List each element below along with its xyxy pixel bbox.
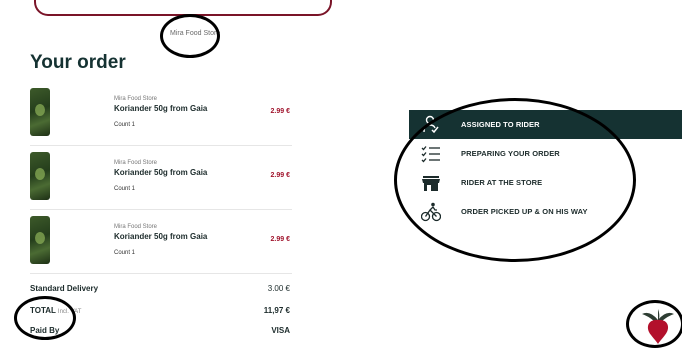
store-name-caption: Mira Food Store <box>170 30 221 37</box>
item-count: Count 1 <box>114 122 136 128</box>
status-label: ORDER PICKED UP & ON HIS WAY <box>461 207 588 216</box>
store-icon <box>422 176 440 191</box>
product-image <box>30 216 50 264</box>
bike-rider-icon <box>421 202 441 222</box>
divider <box>30 273 292 274</box>
item-name[interactable]: Koriander 50g from Gaia <box>114 104 207 113</box>
order-status-tracker: ASSIGNED TO RIDER PREPARING YOUR ORDER R… <box>409 110 682 226</box>
total-value: 11,97 € <box>263 306 290 315</box>
assigned-rider-icon <box>423 115 439 134</box>
product-image <box>30 152 50 200</box>
order-item: Mira Food Store Koriander 50g from Gaia … <box>30 88 292 150</box>
item-price: 2.99 € <box>270 108 290 115</box>
page-title: Your order <box>30 52 126 73</box>
divider <box>30 209 292 210</box>
status-step-at-store: RIDER AT THE STORE <box>409 168 682 197</box>
order-item: Mira Food Store Koriander 50g from Gaia … <box>30 152 292 214</box>
item-name[interactable]: Koriander 50g from Gaia <box>114 168 207 177</box>
status-step-assigned: ASSIGNED TO RIDER <box>409 110 682 139</box>
status-label: PREPARING YOUR ORDER <box>461 149 560 158</box>
divider <box>30 145 292 146</box>
item-name[interactable]: Koriander 50g from Gaia <box>114 232 207 241</box>
beetroot-logo-icon <box>642 309 674 344</box>
delivery-value: 3.00 € <box>267 284 290 293</box>
item-store-name: Mira Food Store <box>114 160 158 166</box>
product-image <box>30 88 50 136</box>
status-label: ASSIGNED TO RIDER <box>461 120 540 129</box>
total-label-wrap: TOTAL Incl. VAT <box>30 306 81 315</box>
item-store-name: Mira Food Store <box>114 224 158 230</box>
delivery-label: Standard Delivery <box>30 284 99 293</box>
store-header-card <box>34 0 332 16</box>
total-label: TOTAL <box>30 306 56 315</box>
item-price: 2.99 € <box>270 236 290 243</box>
checklist-icon <box>421 146 440 163</box>
status-step-picked-up: ORDER PICKED UP & ON HIS WAY <box>409 197 682 226</box>
status-label: RIDER AT THE STORE <box>461 178 543 187</box>
total-vat-note: Incl. VAT <box>57 309 82 315</box>
item-count: Count 1 <box>114 186 136 192</box>
paid-by-value: VISA <box>271 326 290 335</box>
item-count: Count 1 <box>114 250 136 256</box>
item-price: 2.99 € <box>270 172 290 179</box>
item-store-name: Mira Food Store <box>114 96 158 102</box>
status-step-preparing: PREPARING YOUR ORDER <box>409 139 682 168</box>
paid-by-label: Paid By <box>30 326 60 335</box>
order-item: Mira Food Store Koriander 50g from Gaia … <box>30 216 292 278</box>
